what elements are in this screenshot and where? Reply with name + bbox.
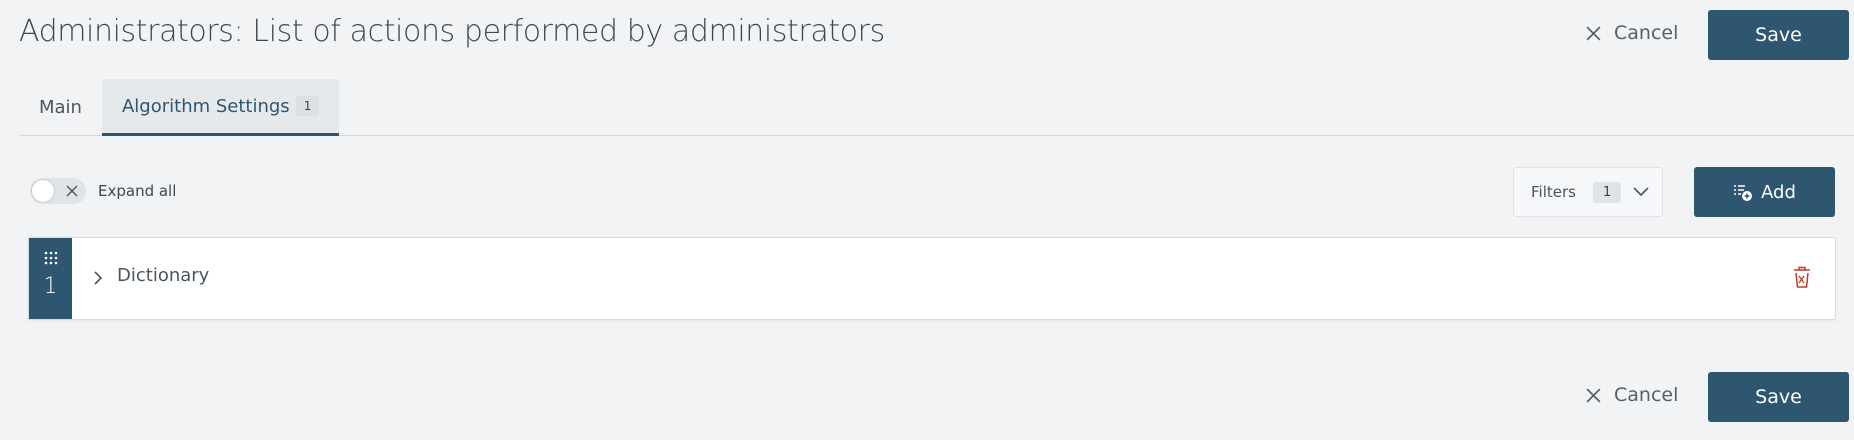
close-icon xyxy=(1586,26,1601,40)
drag-handle[interactable]: 1 xyxy=(29,238,72,319)
tab-count-badge: 1 xyxy=(295,96,320,116)
footer-save-button[interactable]: Save xyxy=(1708,372,1849,422)
row-number: 1 xyxy=(43,274,58,299)
tab-main-label: Main xyxy=(39,97,82,118)
toggle-knob xyxy=(31,179,55,203)
filters-label: Filters xyxy=(1531,183,1576,201)
close-icon xyxy=(1586,388,1601,402)
filters-dropdown[interactable]: Filters 1 xyxy=(1513,167,1663,217)
save-button[interactable]: Save xyxy=(1708,10,1849,60)
expand-all-control: Expand all xyxy=(30,178,176,204)
expand-all-toggle[interactable] xyxy=(30,178,86,204)
chevron-down-icon xyxy=(1633,187,1649,197)
add-label: Add xyxy=(1761,181,1796,203)
page-title: Administrators: List of actions performe… xyxy=(19,14,885,49)
tab-main[interactable]: Main xyxy=(19,79,102,136)
page: Administrators: List of actions performe… xyxy=(0,0,1854,440)
footer-cancel-label: Cancel xyxy=(1614,384,1679,406)
row-title: Dictionary xyxy=(117,265,210,286)
expand-all-label: Expand all xyxy=(98,182,177,200)
footer-cancel-button[interactable]: Cancel xyxy=(1585,384,1678,406)
trash-icon[interactable] xyxy=(1791,265,1813,289)
tab-algorithm-settings-label: Algorithm Settings xyxy=(121,95,290,117)
drag-grip-icon xyxy=(44,251,57,265)
list-item: 1 Dictionary xyxy=(28,237,1836,320)
cancel-button[interactable]: Cancel xyxy=(1585,22,1678,44)
add-button[interactable]: Add xyxy=(1694,167,1835,217)
tab-algorithm-settings[interactable]: Algorithm Settings 1 xyxy=(101,79,340,136)
tab-bar: Main Algorithm Settings 1 xyxy=(19,79,1854,136)
chevron-right-icon[interactable] xyxy=(91,270,105,286)
add-list-icon xyxy=(1734,185,1753,201)
cancel-label: Cancel xyxy=(1614,22,1679,44)
close-icon xyxy=(66,185,78,197)
filters-count-badge: 1 xyxy=(1592,181,1622,203)
